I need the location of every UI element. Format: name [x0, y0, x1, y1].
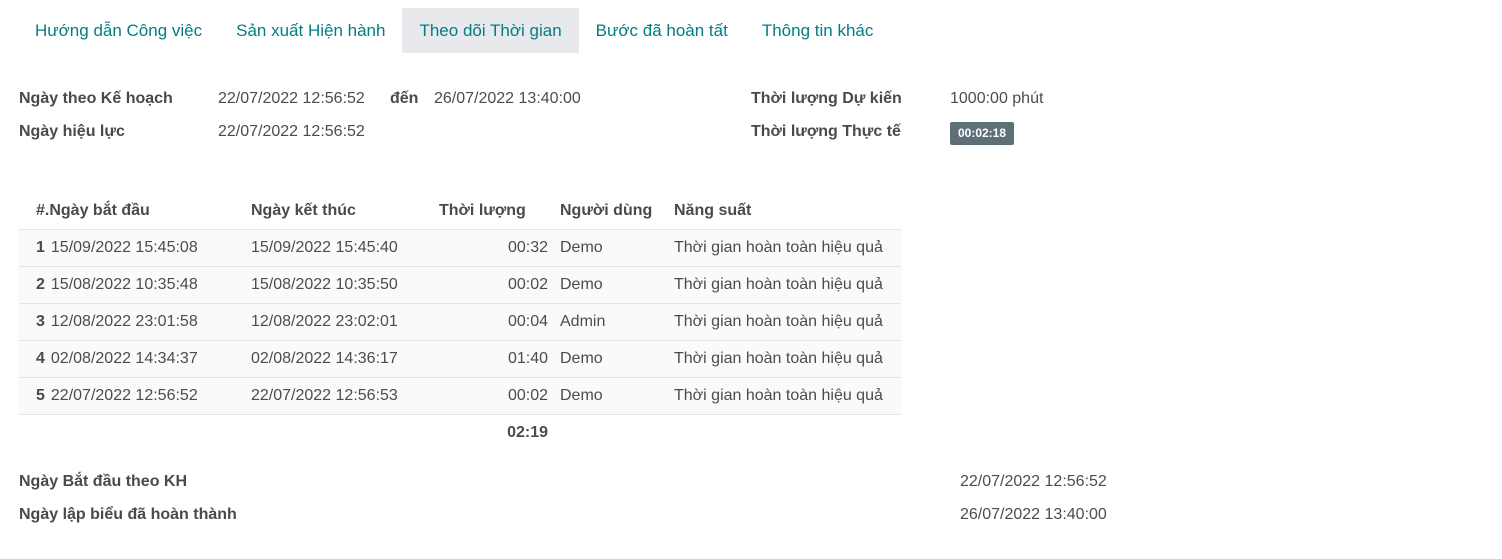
row-number: 3: [36, 313, 45, 330]
tab-bar: Hướng dẫn Công việc Sản xuất Hiện hành T…: [18, 8, 890, 53]
planned-date-label: Ngày theo Kế hoạch: [19, 90, 173, 107]
effective-date-label: Ngày hiệu lực: [19, 123, 125, 140]
real-duration-badge: 00:02:18: [950, 122, 1014, 145]
column-header-end-date[interactable]: Ngày kết thúc: [245, 192, 433, 230]
user-cell: Demo: [554, 340, 668, 378]
effective-date-value: 22/07/2022 12:56:52: [218, 123, 365, 140]
start-date-cell: 4 02/08/2022 14:34:37: [19, 340, 245, 378]
row-number: 2: [36, 276, 45, 293]
start-date-cell: 1 15/09/2022 15:45:08: [19, 229, 245, 267]
end-date-cell: 15/09/2022 15:45:40: [245, 229, 433, 267]
planned-start-label: Ngày Bắt đầu theo KH: [19, 473, 188, 490]
column-header-user[interactable]: Người dùng: [554, 192, 668, 230]
user-cell: Admin: [554, 303, 668, 341]
table-row[interactable]: 1 15/09/2022 15:45:08 15/09/2022 15:45:40…: [19, 229, 901, 267]
table-row[interactable]: 3 12/08/2022 23:01:58 12/08/2022 23:02:01…: [19, 303, 901, 341]
start-date-cell: 2 15/08/2022 10:35:48: [19, 266, 245, 304]
sheet-done-value: 26/07/2022 13:40:00: [960, 506, 1107, 523]
productivity-cell: Thời gian hoàn toàn hiệu quả: [668, 266, 901, 304]
table-row[interactable]: 4 02/08/2022 14:34:37 02/08/2022 14:36:17…: [19, 340, 901, 378]
duration-cell: 00:04: [433, 303, 554, 341]
start-date-value: 02/08/2022 14:34:37: [50, 350, 198, 367]
table-total-row: 02:19: [19, 415, 901, 452]
start-date-cell: 5 22/07/2022 12:56:52: [19, 377, 245, 415]
end-date-cell: 22/07/2022 12:56:53: [245, 377, 433, 415]
tab-work-instruction[interactable]: Hướng dẫn Công việc: [18, 8, 219, 53]
total-duration: 02:19: [507, 424, 548, 441]
planned-end-value[interactable]: 26/07/2022 13:40:00: [434, 90, 581, 108]
row-number: 5: [36, 387, 45, 404]
tab-time-tracking[interactable]: Theo dõi Thời gian: [402, 8, 579, 53]
productivity-cell: Thời gian hoàn toàn hiệu quả: [668, 377, 901, 415]
row-number: 1: [36, 239, 45, 256]
tab-completed-steps[interactable]: Bước đã hoàn tất: [579, 8, 745, 53]
to-label: đến: [390, 90, 419, 107]
user-cell: Demo: [554, 377, 668, 415]
column-header-start-date[interactable]: #.Ngày bắt đầu: [19, 192, 245, 230]
duration-cell: 00:32: [433, 229, 554, 267]
duration-cell: 00:02: [433, 377, 554, 415]
expected-duration-value[interactable]: 1000:00 phút: [950, 90, 1043, 108]
expected-duration-label: Thời lượng Dự kiến: [751, 90, 902, 107]
column-header-duration[interactable]: Thời lượng: [433, 192, 554, 230]
productivity-cell: Thời gian hoàn toàn hiệu quả: [668, 303, 901, 341]
planned-start-value[interactable]: 22/07/2022 12:56:52: [218, 90, 365, 108]
table-header-row: #.Ngày bắt đầu Ngày kết thúc Thời lượng …: [19, 192, 901, 230]
duration-cell: 01:40: [433, 340, 554, 378]
start-date-value: 15/09/2022 15:45:08: [50, 239, 198, 256]
table-row[interactable]: 2 15/08/2022 10:35:48 15/08/2022 10:35:50…: [19, 266, 901, 304]
column-header-productivity[interactable]: Năng suất: [668, 192, 901, 230]
start-date-value: 22/07/2022 12:56:52: [50, 387, 198, 404]
time-tracking-table: #.Ngày bắt đầu Ngày kết thúc Thời lượng …: [19, 192, 901, 451]
end-date-cell: 15/08/2022 10:35:50: [245, 266, 433, 304]
table-row[interactable]: 5 22/07/2022 12:56:52 22/07/2022 12:56:53…: [19, 377, 901, 415]
start-date-value: 12/08/2022 23:01:58: [50, 313, 198, 330]
user-cell: Demo: [554, 229, 668, 267]
row-number: 4: [36, 350, 45, 367]
start-date-value: 15/08/2022 10:35:48: [50, 276, 198, 293]
start-date-cell: 3 12/08/2022 23:01:58: [19, 303, 245, 341]
end-date-cell: 02/08/2022 14:36:17: [245, 340, 433, 378]
end-date-cell: 12/08/2022 23:02:01: [245, 303, 433, 341]
productivity-cell: Thời gian hoàn toàn hiệu quả: [668, 229, 901, 267]
real-duration-label: Thời lượng Thực tế: [751, 123, 901, 140]
user-cell: Demo: [554, 266, 668, 304]
duration-cell: 00:02: [433, 266, 554, 304]
tab-misc-info[interactable]: Thông tin khác: [745, 8, 891, 53]
productivity-cell: Thời gian hoàn toàn hiệu quả: [668, 340, 901, 378]
sheet-done-label: Ngày lập biểu đã hoàn thành: [19, 506, 237, 523]
planned-start-value: 22/07/2022 12:56:52: [960, 473, 1107, 490]
tab-current-production[interactable]: Sản xuất Hiện hành: [219, 8, 402, 53]
